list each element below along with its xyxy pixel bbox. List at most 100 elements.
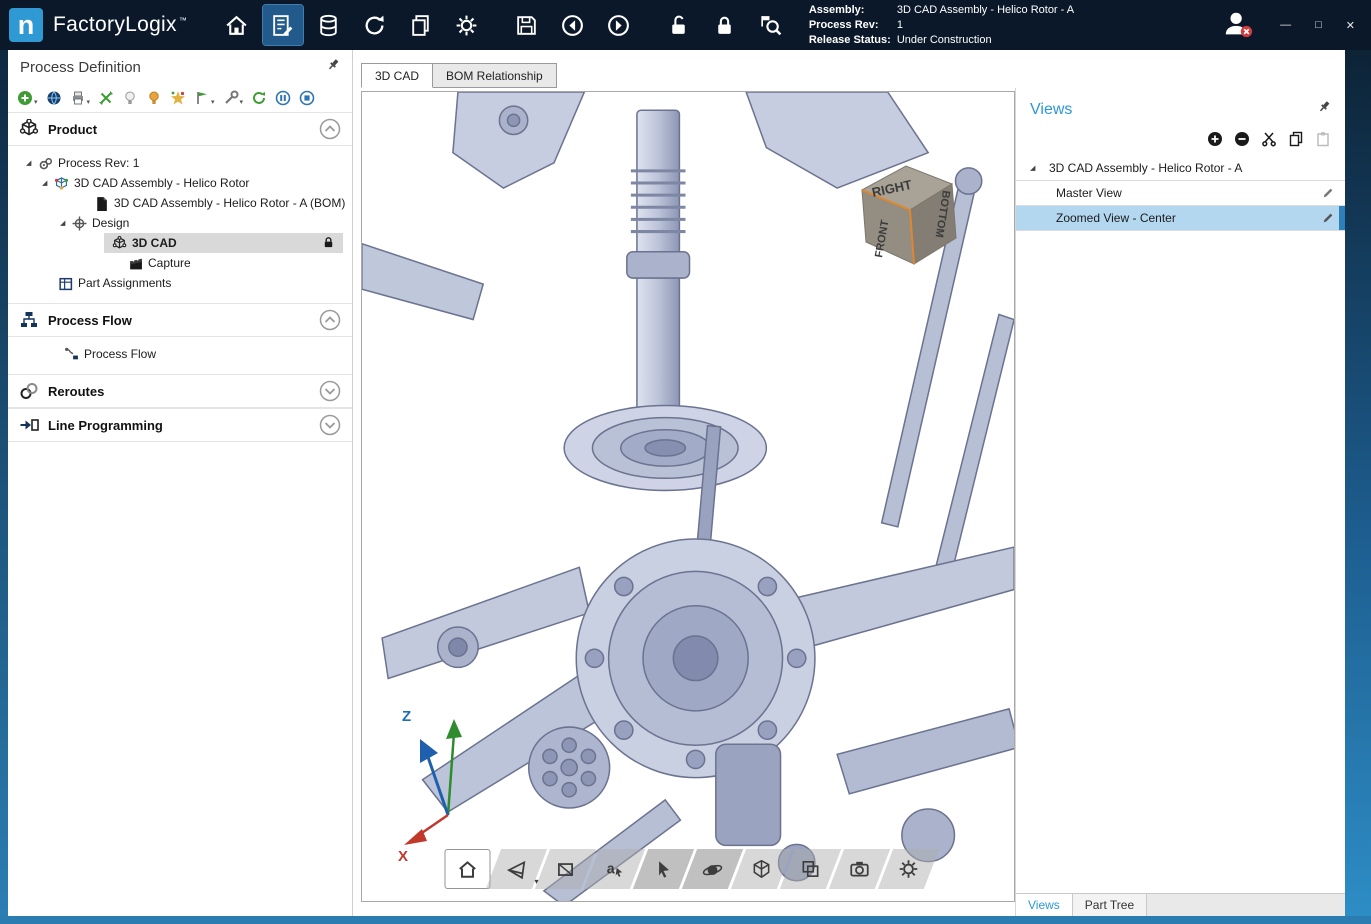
camera-icon [849, 858, 871, 880]
pin-icon[interactable] [326, 58, 340, 77]
tree-item-process-flow[interactable]: Process Flow [8, 344, 352, 364]
view-item-master[interactable]: Master View [1016, 181, 1345, 206]
visibility-icon [506, 858, 528, 880]
views-tree-root[interactable]: ◢ 3D CAD Assembly - Helico Rotor - A [1016, 155, 1345, 181]
collapse-product-button[interactable] [319, 118, 341, 140]
material-logistics-button[interactable] [309, 5, 349, 45]
view-label: Master View [1056, 186, 1122, 200]
publish-icon[interactable]: ▾ [194, 90, 215, 106]
locked-icon [322, 236, 335, 249]
add-view-icon[interactable] [1207, 131, 1223, 147]
transfer-icon[interactable] [98, 90, 114, 106]
visibility-button[interactable]: ▾ [494, 849, 540, 889]
expander-icon[interactable]: ◢ [26, 159, 38, 167]
remove-view-icon[interactable] [1234, 131, 1250, 147]
selected-view-accent [1339, 206, 1345, 230]
gears-icon [38, 156, 53, 171]
product-tree: ◢ Process Rev: 1 ◢ 3D CAD Assembly - Hel… [8, 146, 352, 303]
home-button[interactable] [217, 5, 257, 45]
expander-icon[interactable]: ◢ [60, 219, 72, 227]
back-button[interactable] [553, 5, 593, 45]
edit-view-icon[interactable] [1321, 211, 1335, 225]
documents-button[interactable] [401, 5, 441, 45]
snapshot-button[interactable] [837, 849, 883, 889]
views-panel: Views ◢ 3D CAD Assembly - Helico Rotor -… [1015, 88, 1345, 916]
isometric-button[interactable] [739, 849, 785, 889]
assembly-icon [54, 176, 69, 191]
tab-part-tree[interactable]: Part Tree [1073, 894, 1147, 916]
tree-item-3d-cad[interactable]: 3D CAD [8, 233, 352, 253]
orbit-button[interactable] [690, 849, 736, 889]
chevron-down-circle-icon [319, 414, 341, 436]
release-status-label: Release Status: [809, 33, 897, 48]
select-button[interactable] [641, 849, 687, 889]
chevron-down-circle-icon [319, 380, 341, 402]
tree-item-process-rev[interactable]: ◢ Process Rev: 1 [8, 153, 352, 173]
forward-icon [606, 13, 631, 38]
stop-icon[interactable] [299, 90, 315, 106]
forward-button[interactable] [599, 5, 639, 45]
views-panel-tabs: Views Part Tree [1016, 893, 1345, 916]
process-rev-value: 1 [897, 19, 903, 31]
orientation-cube[interactable]: RIGHT BOTTOM FRONT [840, 150, 970, 272]
section-plane-button[interactable] [543, 849, 589, 889]
tree-item-bom[interactable]: 3D CAD Assembly - Helico Rotor - A (BOM) [8, 193, 352, 213]
section-product[interactable]: Product [8, 112, 352, 146]
tree-item-capture[interactable]: Capture [8, 253, 352, 273]
effects-icon[interactable] [170, 90, 186, 106]
save-button[interactable] [507, 5, 547, 45]
maximize-button[interactable]: □ [1315, 19, 1322, 32]
add-icon[interactable]: ▾ [17, 90, 38, 106]
refresh-icon[interactable] [251, 90, 267, 106]
tools-icon[interactable]: ▾ [223, 90, 244, 106]
collapse-process-flow-button[interactable] [319, 309, 341, 331]
view-item-zoomed-center[interactable]: Zoomed View - Center [1016, 206, 1345, 231]
select-pointer-icon [653, 858, 675, 880]
pin-icon[interactable] [1317, 100, 1331, 119]
minimize-button[interactable]: — [1280, 19, 1291, 32]
unlock-button[interactable] [659, 5, 699, 45]
x-axis-label: X [398, 848, 408, 863]
window-controls: — □ ✕ [1280, 19, 1355, 32]
lock-button[interactable] [705, 5, 745, 45]
lightbulb-icon[interactable] [122, 90, 138, 106]
print-icon[interactable]: ▾ [70, 90, 91, 106]
cut-icon[interactable] [1261, 131, 1277, 147]
tab-views[interactable]: Views [1016, 894, 1073, 916]
globe-icon[interactable] [46, 90, 62, 106]
process-definition-button[interactable] [263, 5, 303, 45]
settings-button[interactable] [447, 5, 487, 45]
cad-viewport[interactable]: RIGHT BOTTOM FRONT Z X ▾ a [361, 91, 1015, 902]
tabstrip-filler [1147, 894, 1345, 916]
line-programming-icon [19, 415, 39, 435]
tree-item-label: 3D CAD Assembly - Helico Rotor - A (BOM) [114, 196, 345, 210]
edit-view-icon[interactable] [1321, 186, 1335, 200]
release-status-value: Under Construction [897, 34, 992, 46]
section-process-flow[interactable]: Process Flow [8, 303, 352, 337]
section-line-programming[interactable]: Line Programming [8, 408, 352, 442]
expander-icon[interactable]: ◢ [42, 179, 54, 187]
tab-3d-cad[interactable]: 3D CAD [361, 63, 433, 88]
tree-item-assembly[interactable]: ◢ 3D CAD Assembly - Helico Rotor [8, 173, 352, 193]
expand-line-programming-button[interactable] [319, 414, 341, 436]
close-button[interactable]: ✕ [1346, 19, 1355, 32]
annotate-button[interactable]: a [592, 849, 638, 889]
pause-icon[interactable] [275, 90, 291, 106]
reroutes-icon [19, 381, 39, 401]
tree-item-design[interactable]: ◢ Design [8, 213, 352, 233]
tab-bom-relationship[interactable]: BOM Relationship [433, 63, 557, 88]
tree-item-part-assignments[interactable]: Part Assignments [8, 273, 352, 293]
projection-button[interactable] [788, 849, 834, 889]
user-logout-button[interactable] [1222, 8, 1254, 43]
expander-icon[interactable]: ◢ [1030, 164, 1042, 172]
copy-icon[interactable] [1288, 131, 1304, 147]
search-audit-button[interactable] [751, 5, 791, 45]
paste-icon[interactable] [1315, 131, 1331, 147]
award-icon[interactable] [146, 90, 162, 106]
section-reroutes[interactable]: Reroutes [8, 374, 352, 408]
viewer-settings-button[interactable] [886, 849, 932, 889]
sync-button[interactable] [355, 5, 395, 45]
expand-reroutes-button[interactable] [319, 380, 341, 402]
home-view-icon [457, 858, 479, 880]
home-view-button[interactable] [445, 849, 491, 889]
